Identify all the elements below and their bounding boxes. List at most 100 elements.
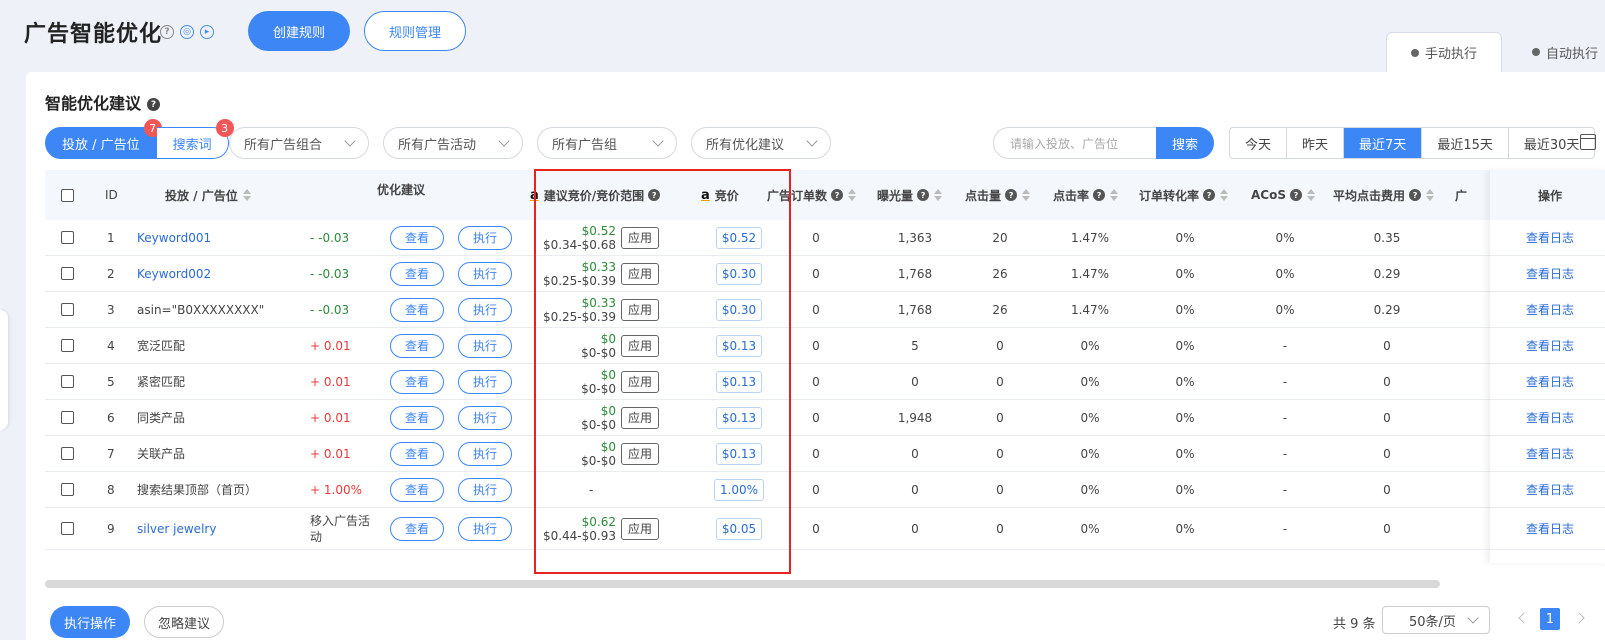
- view-log-link[interactable]: 查看日志: [1490, 364, 1605, 400]
- ad-group-select[interactable]: 所有广告组: [537, 127, 677, 159]
- bid-input[interactable]: $0.52: [715, 226, 763, 249]
- execute-button[interactable]: 执行操作: [50, 606, 130, 638]
- view-button[interactable]: 查看: [390, 369, 445, 394]
- col-orders[interactable]: 广告订单数?: [767, 170, 857, 220]
- portfolio-select[interactable]: 所有广告组合: [229, 127, 369, 159]
- exec-button[interactable]: 执行: [458, 441, 513, 466]
- bid-cell: $0.52: [695, 220, 783, 255]
- col-impressions[interactable]: 曝光量?: [877, 170, 943, 220]
- date-last-7[interactable]: 最近7天: [1343, 128, 1422, 158]
- view-button[interactable]: 查看: [390, 261, 445, 286]
- exec-button[interactable]: 执行: [458, 477, 513, 502]
- view-button[interactable]: 查看: [390, 516, 445, 541]
- date-today[interactable]: 今天: [1230, 128, 1286, 158]
- view-log-link[interactable]: 查看日志: [1490, 220, 1605, 256]
- view-log-link[interactable]: 查看日志: [1490, 292, 1605, 328]
- exec-button[interactable]: 执行: [458, 333, 513, 358]
- exec-button[interactable]: 执行: [458, 369, 513, 394]
- row-acos: -: [1282, 446, 1288, 461]
- page-size-select[interactable]: 50条/页: [1382, 606, 1490, 634]
- apply-button[interactable]: 应用: [620, 262, 659, 285]
- help-icon[interactable]: ?: [160, 25, 174, 39]
- row-checkbox[interactable]: [61, 292, 74, 327]
- help-icon[interactable]: ?: [147, 98, 161, 111]
- exec-button[interactable]: 执行: [458, 297, 513, 322]
- view-log-link[interactable]: 查看日志: [1490, 508, 1605, 550]
- tab-targeting[interactable]: 投放 / 广告位 7: [45, 119, 162, 159]
- suggested-bid-cell: $0.62 $0.44-$0.93 应用: [535, 508, 695, 549]
- row-target[interactable]: Keyword002: [137, 256, 211, 291]
- exec-button[interactable]: 执行: [458, 261, 513, 286]
- apply-button[interactable]: 应用: [620, 442, 659, 465]
- view-button[interactable]: 查看: [390, 297, 445, 322]
- create-rule-button[interactable]: 创建规则: [248, 11, 350, 51]
- play-icon[interactable]: ▸: [200, 25, 214, 39]
- bid-input[interactable]: $0.13: [715, 334, 763, 357]
- col-acos[interactable]: ACoS?: [1251, 170, 1315, 220]
- bid-input[interactable]: $0.30: [715, 298, 763, 321]
- calendar-icon[interactable]: [1580, 134, 1596, 150]
- view-log-link[interactable]: 查看日志: [1490, 400, 1605, 436]
- settings-icon[interactable]: ◎: [180, 25, 194, 39]
- row-target[interactable]: silver jewelry: [137, 508, 216, 549]
- col-clicks[interactable]: 点击量?: [965, 170, 1031, 220]
- view-log-link[interactable]: 查看日志: [1490, 472, 1605, 508]
- suggested-bid-cell: $0 $0-$0 应用: [535, 328, 695, 363]
- view-button[interactable]: 查看: [390, 441, 445, 466]
- tab-auto-execute[interactable]: 自动执行: [1508, 32, 1605, 72]
- row-cvr: 0%: [1175, 302, 1195, 317]
- exec-cell: 执行: [458, 292, 513, 327]
- bid-input[interactable]: $0.13: [715, 442, 763, 465]
- tab-manual-execute[interactable]: 手动执行: [1386, 32, 1502, 72]
- view-log-link[interactable]: 查看日志: [1490, 436, 1605, 472]
- search-input[interactable]: 请输入投放、广告位: [993, 127, 1158, 159]
- row-orders: 0: [812, 302, 820, 317]
- row-checkbox[interactable]: [61, 328, 74, 363]
- row-checkbox[interactable]: [61, 364, 74, 399]
- date-last-15[interactable]: 最近15天: [1421, 128, 1508, 158]
- bid-input[interactable]: 1.00%: [713, 478, 765, 501]
- row-checkbox[interactable]: [61, 508, 74, 549]
- row-checkbox[interactable]: [61, 256, 74, 291]
- col-target[interactable]: 投放 / 广告位: [165, 170, 251, 220]
- apply-button[interactable]: 应用: [620, 406, 659, 429]
- bid-input[interactable]: $0.13: [715, 406, 763, 429]
- campaign-select[interactable]: 所有广告活动: [383, 127, 523, 159]
- view-button[interactable]: 查看: [390, 477, 445, 502]
- bid-range: $0.44-$0.93: [542, 528, 616, 543]
- view-log-link[interactable]: 查看日志: [1490, 328, 1605, 364]
- view-button[interactable]: 查看: [390, 333, 445, 358]
- exec-button[interactable]: 执行: [458, 405, 513, 430]
- row-target[interactable]: Keyword001: [137, 220, 211, 255]
- date-yesterday[interactable]: 昨天: [1286, 128, 1343, 158]
- exec-button[interactable]: 执行: [458, 225, 513, 250]
- exec-button[interactable]: 执行: [458, 516, 513, 541]
- row-checkbox[interactable]: [61, 220, 74, 255]
- apply-button[interactable]: 应用: [620, 298, 659, 321]
- bid-input[interactable]: $0.30: [715, 262, 763, 285]
- rule-manage-button[interactable]: 规则管理: [364, 11, 466, 51]
- col-cpc[interactable]: 平均点击费用?: [1333, 170, 1435, 220]
- row-checkbox[interactable]: [61, 472, 74, 507]
- horizontal-scrollbar[interactable]: [45, 580, 1440, 588]
- view-button[interactable]: 查看: [390, 405, 445, 430]
- select-all-checkbox[interactable]: [61, 170, 74, 220]
- col-cvr[interactable]: 订单转化率?: [1139, 170, 1229, 220]
- apply-button[interactable]: 应用: [620, 226, 659, 249]
- row-checkbox[interactable]: [61, 436, 74, 471]
- row-checkbox[interactable]: [61, 400, 74, 435]
- page-number[interactable]: 1: [1540, 608, 1560, 630]
- apply-button[interactable]: 应用: [620, 370, 659, 393]
- view-log-link[interactable]: 查看日志: [1490, 256, 1605, 292]
- col-ctr[interactable]: 点击率?: [1053, 170, 1119, 220]
- apply-button[interactable]: 应用: [620, 517, 659, 540]
- side-collapse-handle[interactable]: [0, 310, 8, 430]
- view-button[interactable]: 查看: [390, 225, 445, 250]
- ignore-button[interactable]: 忽略建议: [144, 606, 224, 638]
- bid-input[interactable]: $0.05: [715, 517, 763, 540]
- apply-button[interactable]: 应用: [620, 334, 659, 357]
- tab-search-terms[interactable]: 搜索词 3: [156, 119, 234, 159]
- search-button[interactable]: 搜索: [1156, 127, 1214, 159]
- suggestion-select[interactable]: 所有优化建议: [691, 127, 831, 159]
- bid-input[interactable]: $0.13: [715, 370, 763, 393]
